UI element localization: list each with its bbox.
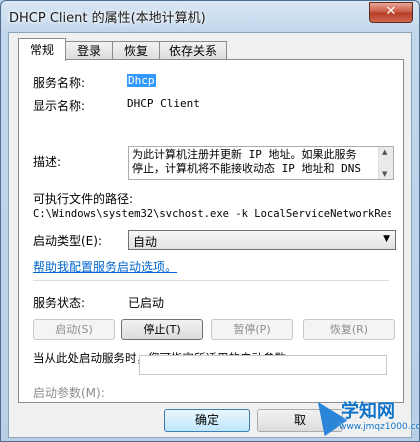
description-text: 为此计算机注册并更新 IP 地址。如果此服务 停止，计算机将不能接收动态 IP … [132, 148, 372, 176]
service-name-label: 服务名称: [33, 76, 86, 90]
description-label: 描述: [33, 155, 62, 169]
stop-button[interactable]: 停止(T) [121, 319, 203, 340]
scroll-down-icon[interactable]: ▼ [382, 170, 387, 178]
description-scrollbar[interactable]: ▲ ▼ [378, 147, 393, 179]
start-params-label: 启动参数(M): [33, 386, 105, 400]
service-status-label: 服务状态: [33, 296, 86, 310]
exe-path-label: 可执行文件的路径: [33, 192, 134, 206]
scroll-up-icon[interactable]: ▲ [382, 148, 387, 156]
resume-button[interactable]: 恢复(R) [303, 319, 395, 340]
start-params-input[interactable] [139, 355, 387, 375]
chevron-down-icon: ▼ [383, 234, 390, 244]
divider [33, 280, 389, 281]
startup-type-value: 自动 [133, 235, 158, 249]
help-configure-link[interactable]: 帮助我配置服务启动选项。 [33, 258, 177, 275]
service-status-value: 已启动 [128, 296, 165, 310]
general-tab-panel: 服务名称: Dhcp 显示名称: DHCP Client 描述: 为此计算机注册… [18, 59, 404, 403]
description-line: 为此计算机注册并更新 IP 地址。如果此服务 [132, 148, 357, 161]
exe-path-value[interactable]: C:\Windows\system32\svchost.exe -k Local… [33, 208, 391, 220]
ok-button[interactable]: 确定 [164, 409, 250, 432]
close-button[interactable]: ✕ [369, 2, 413, 23]
startup-type-select[interactable]: 自动 ▼ [128, 230, 396, 250]
start-button[interactable]: 启动(S) [33, 319, 115, 340]
description-line: 停止，计算机将不能接收动态 IP 地址和 DNS [132, 162, 361, 175]
pause-button[interactable]: 暂停(P) [211, 319, 293, 340]
watermark-title: 学知网 [341, 401, 395, 422]
watermark: 学知网 www.jmqz1000.com [306, 393, 419, 441]
display-name-value[interactable]: DHCP Client [127, 97, 200, 110]
properties-window: DHCP Client 的属性(本地计算机) ✕ 常规 登录 恢复 依存关系 服… [0, 0, 420, 442]
service-name-text: Dhcp [127, 74, 156, 87]
description-box[interactable]: 为此计算机注册并更新 IP 地址。如果此服务 停止，计算机将不能接收动态 IP … [128, 146, 394, 180]
service-name-value[interactable]: Dhcp [127, 74, 156, 87]
title-bar[interactable]: DHCP Client 的属性(本地计算机) ✕ [1, 1, 419, 31]
tab-logon[interactable]: 登录 [65, 41, 113, 60]
tab-dependencies[interactable]: 依存关系 [159, 41, 227, 60]
startup-type-label: 启动类型(E): [33, 234, 102, 248]
watermark-url: www.jmqz1000.com [339, 422, 419, 432]
window-title: DHCP Client 的属性(本地计算机) [9, 11, 206, 26]
tab-general[interactable]: 常规 [18, 38, 66, 61]
dialog-client: 常规 登录 恢复 依存关系 服务名称: Dhcp 显示名称: DHCP Clie… [8, 32, 412, 438]
close-icon: ✕ [385, 4, 397, 19]
display-name-label: 显示名称: [33, 99, 86, 113]
tab-recovery[interactable]: 恢复 [112, 41, 160, 60]
